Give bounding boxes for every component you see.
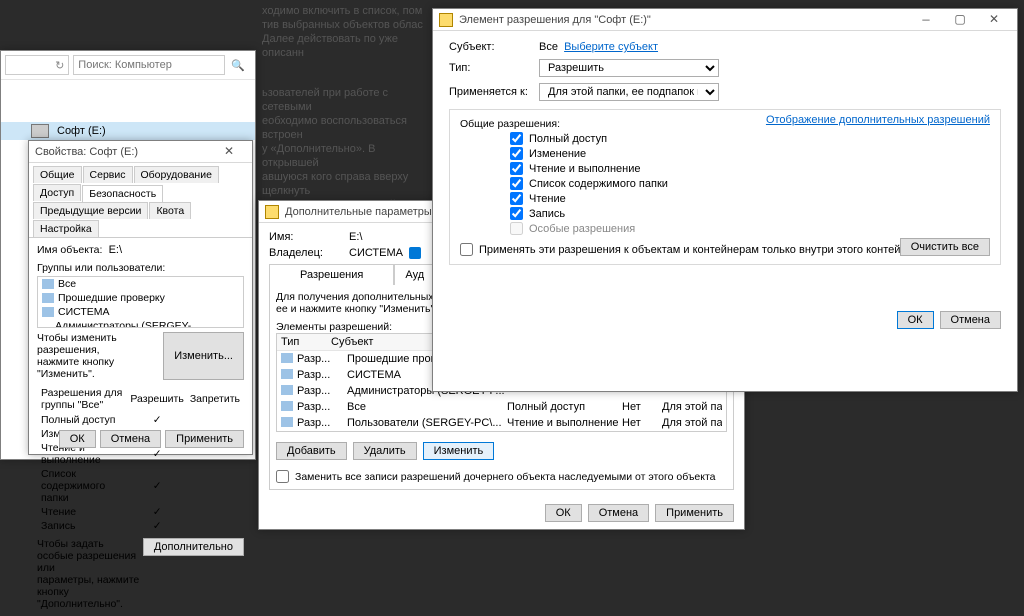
cancel-button[interactable]: Отмена	[588, 504, 649, 522]
object-name-label: Имя объекта:	[37, 244, 102, 256]
tab-audit[interactable]: Ауд	[394, 264, 435, 285]
tab-tools[interactable]: Сервис	[83, 166, 133, 183]
apply-only-checkbox[interactable]	[460, 243, 473, 256]
search-icon: 🔍	[225, 59, 251, 72]
name-label: Имя:	[269, 231, 349, 243]
replace-label: Заменить все записи разрешений дочернего…	[295, 471, 716, 483]
perm-checkbox[interactable]	[510, 147, 523, 160]
groups-label: Группы или пользователи:	[37, 262, 244, 274]
close-icon[interactable]: ✕	[212, 141, 246, 163]
props-title: Свойства: Софт (E:)	[35, 146, 212, 158]
tabs: Общие Сервис Оборудование Доступ Безопас…	[29, 163, 252, 238]
applies-label: Применяется к:	[449, 86, 539, 98]
owner-value: СИСТЕМА	[349, 247, 403, 259]
perm-for-label: Разрешения для группы "Все"	[39, 386, 126, 412]
ok-button[interactable]: ОК	[897, 311, 934, 329]
advanced-perms-link[interactable]: Отображение дополнительных разрешений	[766, 114, 990, 126]
clear-all-button[interactable]: Очистить все	[900, 238, 990, 256]
add-button[interactable]: Добавить	[276, 442, 347, 460]
group-label: Общие разрешения:	[460, 118, 560, 130]
drive-item-selected[interactable]: Софт (E:)	[1, 122, 255, 140]
object-name-value: E:\	[109, 244, 122, 256]
background-text: ходимо включить в список, помтив выбранн…	[258, 0, 428, 64]
permission-entry-dialog: Элемент разрешения для "Софт (E:)" — ▢ ✕…	[432, 8, 1018, 392]
tab-previous[interactable]: Предыдущие версии	[33, 202, 148, 219]
apply-button[interactable]: Применить	[655, 504, 734, 522]
select-subject-link[interactable]: Выберите субъект	[564, 41, 658, 53]
properties-dialog: Свойства: Софт (E:) ✕ Общие Сервис Обору…	[28, 140, 253, 455]
tab-hardware[interactable]: Оборудование	[134, 166, 219, 183]
tab-sharing[interactable]: Доступ	[33, 184, 81, 201]
tab-permissions[interactable]: Разрешения	[269, 264, 394, 285]
subject-value: Все	[539, 41, 558, 53]
apply-only-label: Применять эти разрешения к объектам и ко…	[479, 244, 925, 256]
type-select[interactable]: Разрешить	[539, 59, 719, 77]
shield-icon	[409, 247, 421, 259]
applies-select[interactable]: Для этой папки, ее подпапок и файлов	[539, 83, 719, 101]
apply-button[interactable]: Применить	[165, 430, 244, 448]
folder-icon	[265, 205, 279, 219]
permissions-group: Общие разрешения: Отображение дополнител…	[449, 109, 1001, 265]
advanced-button[interactable]: Дополнительно	[143, 538, 244, 556]
name-value: E:\	[349, 231, 362, 243]
cancel-button[interactable]: Отмена	[940, 311, 1001, 329]
search-input[interactable]	[73, 55, 225, 75]
perm-checkbox[interactable]	[510, 162, 523, 175]
perm-checkbox[interactable]	[510, 132, 523, 145]
owner-label: Владелец:	[269, 247, 349, 259]
cancel-button[interactable]: Отмена	[100, 430, 161, 448]
edit-button[interactable]: Изменить...	[163, 332, 244, 380]
maximize-icon[interactable]: ▢	[943, 9, 977, 31]
type-label: Тип:	[449, 62, 539, 74]
tab-general[interactable]: Общие	[33, 166, 82, 183]
tab-customize[interactable]: Настройка	[33, 220, 99, 237]
perm-checkbox[interactable]	[510, 177, 523, 190]
delete-button[interactable]: Удалить	[353, 442, 417, 460]
users-list[interactable]: Все Прошедшие проверку СИСТЕМА Администр…	[37, 276, 244, 328]
close-icon[interactable]: ✕	[977, 9, 1011, 31]
tab-security[interactable]: Безопасность	[82, 185, 163, 202]
perm-checkbox[interactable]	[510, 207, 523, 220]
perm-checkbox[interactable]	[510, 192, 523, 205]
edit-button[interactable]: Изменить	[423, 442, 495, 460]
minimize-icon[interactable]: —	[909, 9, 943, 31]
replace-checkbox[interactable]	[276, 470, 289, 483]
ok-button[interactable]: ОК	[59, 430, 96, 448]
ok-button[interactable]: ОК	[545, 504, 582, 522]
perm-checkbox	[510, 222, 523, 235]
perm-title: Элемент разрешения для "Софт (E:)"	[459, 14, 909, 26]
nav-refresh[interactable]: ↻	[5, 55, 69, 75]
folder-icon	[439, 13, 453, 27]
tab-quota[interactable]: Квота	[149, 202, 191, 219]
subject-label: Субъект:	[449, 41, 539, 53]
